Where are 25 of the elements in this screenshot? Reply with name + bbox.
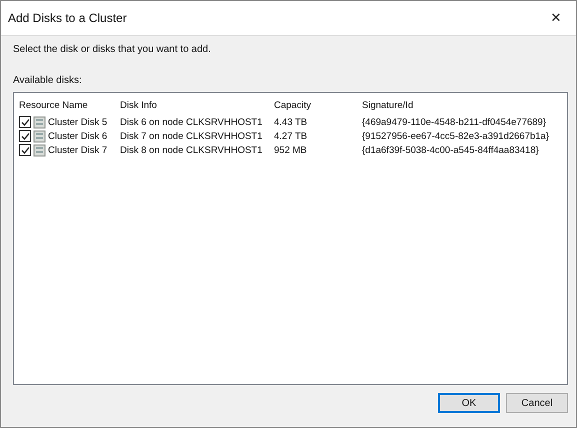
column-header[interactable]: Capacity xyxy=(274,100,362,110)
table-cell-text: Disk 8 on node CLKSRVHHOST1 xyxy=(120,144,264,156)
column-header[interactable]: Resource Name xyxy=(19,100,120,110)
table-cell-text: Disk 7 on node CLKSRVHHOST1 xyxy=(120,130,264,142)
table-cell-text: {469a9479-110e-4548-b211-df0454e77689} xyxy=(362,116,548,128)
checkbox[interactable] xyxy=(19,130,31,142)
table-cell-text: 4.43 TB xyxy=(274,116,308,128)
table-cell: Cluster Disk 7 xyxy=(48,144,108,156)
window-title: Add Disks to a Cluster xyxy=(8,11,127,25)
table-cell-text: 4.27 TB xyxy=(274,130,308,142)
list-label: Available disks: xyxy=(13,75,83,88)
cancel-button[interactable]: Cancel xyxy=(506,393,568,413)
table-cell-text: 952 MB xyxy=(274,144,308,156)
column-header[interactable]: Signature/Id xyxy=(362,100,562,110)
checkbox[interactable] xyxy=(19,116,31,128)
close-button[interactable]: ✕ xyxy=(540,3,572,33)
table-cell-text: Disk 6 on node CLKSRVHHOST1 xyxy=(120,116,264,128)
table-cell: Cluster Disk 6 xyxy=(48,130,108,142)
table-cell: Cluster Disk 5 xyxy=(48,116,108,128)
ok-button[interactable]: OK xyxy=(438,393,500,413)
checkbox[interactable] xyxy=(19,144,31,156)
table-cell-text: {d1a6f39f-5038-4c00-a545-84ff4aa83418} xyxy=(362,144,540,156)
table-cell-text: {91527956-ee67-4cc5-82e3-a391d2667b1a} xyxy=(362,130,550,142)
column-header[interactable]: Disk Info xyxy=(120,100,274,110)
instruction-text: Select the disk or disks that you want to add. xyxy=(13,44,212,57)
